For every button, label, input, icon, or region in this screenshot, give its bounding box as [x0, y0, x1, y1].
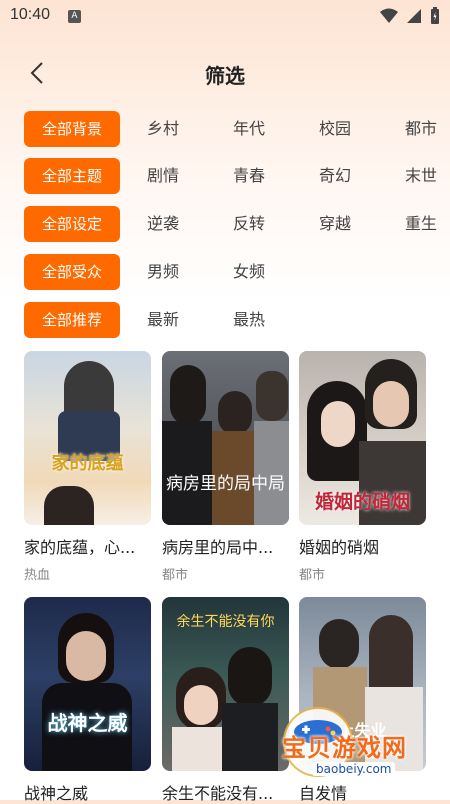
filter-option[interactable]: 反转	[233, 206, 265, 242]
poster-title: 余生不能没有你	[176, 614, 275, 630]
battery-icon	[431, 7, 439, 24]
drama-card[interactable]: 余生不能没有你 余生不能没有...	[162, 597, 289, 804]
wifi-icon	[380, 8, 398, 23]
header: 筛选	[0, 48, 450, 98]
poster-title: 病房里的局中局	[166, 474, 285, 494]
card-title: 病房里的局中...	[162, 538, 274, 557]
filter-option[interactable]: 重生	[405, 206, 437, 242]
card-title: 家的底蕴，心...	[24, 538, 136, 557]
poster-title: 家的底蕴	[51, 453, 124, 474]
poster-image: 余生不能没有你	[162, 597, 289, 771]
status-icons	[380, 7, 440, 25]
drama-card[interactable]: 病房里的局中局 病房里的局中... 都市	[162, 351, 289, 583]
poster-title: 战神之威	[47, 711, 128, 735]
filter-option[interactable]: 乡村	[147, 111, 179, 147]
filter-option[interactable]: 男频	[147, 254, 179, 290]
card-tag: 热血	[24, 568, 51, 583]
poster-image: 家的底蕴	[24, 351, 151, 525]
filter-option[interactable]: 最新	[147, 302, 179, 338]
filter-option[interactable]: 穿越	[319, 206, 351, 242]
filter-chip-recommend-all[interactable]: 全部推荐	[24, 302, 120, 338]
signal-icon	[407, 9, 421, 23]
drama-card[interactable]: 战神之威 战神之威	[24, 597, 151, 804]
card-title: 自发情	[299, 784, 348, 803]
filter-option[interactable]: 剧情	[147, 158, 179, 194]
poster-title: 婚姻的硝烟	[314, 491, 410, 513]
card-tag: 都市	[299, 568, 326, 583]
filter-row-background: 全部背景 乡村 年代 校园 都市	[24, 111, 450, 147]
drama-card[interactable]: 家的底蕴 家的底蕴，心... 热血	[24, 351, 151, 583]
status-time: 10:40	[10, 6, 51, 23]
status-bar: 10:40 A	[0, 0, 450, 32]
filter-option[interactable]: 逆袭	[147, 206, 179, 242]
drama-card[interactable]: 婚姻的硝烟 婚姻的硝烟 都市	[299, 351, 426, 583]
filter-option[interactable]: 都市	[405, 111, 437, 147]
filter-option[interactable]: 青春	[233, 158, 265, 194]
filter-row-recommend: 全部推荐 最新 最热	[24, 302, 450, 338]
watermark-logo: 宝贝游戏网 baobeiy.com	[278, 702, 448, 782]
filter-row-setting: 全部设定 逆袭 反转 穿越 重生	[24, 206, 450, 242]
card-title: 余生不能没有...	[162, 784, 274, 803]
filter-chip-setting-all[interactable]: 全部设定	[24, 206, 120, 242]
filter-row-theme: 全部主题 剧情 青春 奇幻 末世	[24, 158, 450, 194]
watermark-url: baobeiy.com	[312, 762, 396, 776]
filter-chip-audience-all[interactable]: 全部受众	[24, 254, 120, 290]
filter-option[interactable]: 末世	[405, 158, 437, 194]
card-tag: 都市	[162, 568, 189, 583]
notification-a-icon: A	[68, 10, 81, 23]
filter-option[interactable]: 女频	[233, 254, 265, 290]
card-title: 婚姻的硝烟	[299, 538, 380, 557]
filter-option[interactable]: 奇幻	[319, 158, 351, 194]
filter-chip-theme-all[interactable]: 全部主题	[24, 158, 120, 194]
filter-row-audience: 全部受众 男频 女频	[24, 254, 450, 290]
card-title: 战神之威	[24, 784, 89, 803]
filter-chip-background-all[interactable]: 全部背景	[24, 111, 120, 147]
poster-image: 婚姻的硝烟	[299, 351, 426, 525]
poster-image: 病房里的局中局	[162, 351, 289, 525]
poster-image: 战神之威	[24, 597, 151, 771]
filter-option[interactable]: 校园	[319, 111, 351, 147]
watermark-text: 宝贝游戏网	[282, 734, 407, 762]
page-title: 筛选	[205, 64, 245, 88]
filter-option[interactable]: 最热	[233, 302, 265, 338]
filter-option[interactable]: 年代	[233, 111, 265, 147]
